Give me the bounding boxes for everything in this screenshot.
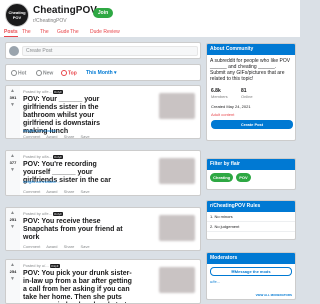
- downvote-icon[interactable]: ▼: [10, 102, 15, 108]
- post-link[interactable]: redgifs.com/watch/...: [23, 179, 60, 184]
- post-card[interactable]: ▲ 391 ▼ Posted by u/fe... OnlyF POV: Your…: [5, 85, 201, 139]
- vote-column: ▲ 254 ▼: [6, 260, 20, 303]
- save-button[interactable]: Save: [80, 134, 89, 138]
- about-description: A subreddit for people who like POV ____…: [210, 58, 291, 82]
- create-post-box: Create Post: [5, 42, 201, 59]
- rules-list: 1. No minors 2. No judgement: [207, 212, 295, 232]
- upvote-icon[interactable]: ▲: [10, 262, 15, 268]
- moderators-card: Moderators ✉ Message the mods u/fe... VI…: [206, 252, 296, 300]
- flair-pov[interactable]: POV: [236, 173, 251, 182]
- moderators-header: Moderators: [207, 253, 295, 264]
- save-button[interactable]: Save: [80, 189, 89, 194]
- about-community-card: About Community A subreddit for people w…: [206, 43, 296, 141]
- post-thumbnail[interactable]: [159, 215, 195, 241]
- sort-top-button[interactable]: Top: [61, 70, 77, 76]
- moderator-name[interactable]: u/fe...: [210, 279, 292, 284]
- adult-content-label: Adult content: [211, 112, 235, 117]
- tab-link-1[interactable]: The: [22, 29, 31, 35]
- save-button[interactable]: Save: [80, 244, 89, 249]
- about-header: About Community: [207, 44, 295, 55]
- post-card[interactable]: ▲ 251 ▼ Posted by u/fe... OnlyF POV: You …: [5, 207, 201, 251]
- star-icon: [36, 70, 42, 76]
- award-button[interactable]: Award: [46, 244, 57, 249]
- tab-bar: Posts The The Gude The Dude Review: [0, 28, 300, 37]
- rules-card: r/CheatingPOV Rules 1. No minors 2. No j…: [206, 200, 296, 240]
- downvote-icon[interactable]: ▼: [10, 276, 15, 282]
- tab-link-5[interactable]: Dude Review: [90, 29, 120, 35]
- share-button[interactable]: Share: [64, 189, 75, 194]
- post-thumbnail[interactable]: [159, 267, 195, 293]
- post-thumbnail[interactable]: [159, 158, 195, 184]
- tab-link-4[interactable]: The: [70, 29, 79, 35]
- vote-column: ▲ 377 ▼: [6, 151, 20, 195]
- flair-cheating[interactable]: Cheating: [210, 173, 234, 182]
- stats-online: 81 Online: [241, 88, 253, 99]
- post-actions: Comment Award Share Save: [23, 244, 95, 249]
- avatar: [9, 46, 19, 56]
- post-meta: Posted by u/fa... OnlyF: [23, 154, 63, 159]
- post-actions: Comment Award Share Save: [23, 189, 95, 194]
- comment-button[interactable]: Comment: [23, 134, 40, 138]
- downvote-icon[interactable]: ▼: [10, 224, 15, 230]
- create-post-input[interactable]: Create Post: [22, 46, 198, 56]
- post-thumbnail[interactable]: [159, 93, 195, 119]
- subreddit-handle: r/CheatingPOV: [33, 18, 67, 24]
- comment-button[interactable]: Comment: [23, 244, 40, 249]
- post-title[interactable]: POV: You receive these Snapchats from yo…: [23, 218, 123, 242]
- sort-bar: Hot New Top This Month ▾: [5, 64, 201, 81]
- post-link[interactable]: redgifs.com/watch/...: [23, 128, 60, 133]
- vote-score: 251: [9, 217, 17, 222]
- stats-members: 6.8k Members: [211, 88, 228, 99]
- join-button[interactable]: Join: [93, 8, 113, 18]
- post-meta: Posted by u/fe... OnlyF: [23, 211, 63, 216]
- sort-new-button[interactable]: New: [36, 70, 53, 76]
- post-actions: Comment Award Share Save: [23, 134, 95, 138]
- tab-link-3[interactable]: Gude: [57, 29, 69, 35]
- create-post-button[interactable]: Create Post: [211, 120, 293, 129]
- vote-score: 377: [9, 160, 17, 165]
- award-button[interactable]: Award: [46, 134, 57, 138]
- view-all-moderators-link[interactable]: VIEW ALL MODERATORS: [256, 293, 292, 297]
- post-meta: Posted by u/fe... OnlyF: [23, 89, 63, 94]
- period-dropdown[interactable]: This Month ▾: [86, 70, 117, 76]
- flame-icon: [11, 70, 17, 76]
- message-mods-button[interactable]: ✉ Message the mods: [210, 267, 292, 276]
- upvote-icon[interactable]: ▲: [10, 210, 15, 216]
- share-button[interactable]: Share: [64, 134, 75, 138]
- moderators-list: ✉ Message the mods u/fe...: [207, 264, 295, 287]
- post-card[interactable]: ▲ 377 ▼ Posted by u/fa... OnlyF POV: You'…: [5, 150, 201, 196]
- subreddit-name: CheatingPOV: [33, 5, 97, 16]
- flair-list: Cheating POV: [207, 170, 295, 185]
- upvote-icon[interactable]: ▲: [10, 88, 15, 94]
- tab-posts[interactable]: Posts: [4, 29, 18, 37]
- post-card[interactable]: ▲ 254 ▼ Posted by u/... OnlyF POV: You pi…: [5, 259, 201, 304]
- downvote-icon[interactable]: ▼: [10, 167, 15, 173]
- vote-score: 391: [9, 95, 17, 100]
- post-meta: Posted by u/... OnlyF: [23, 263, 60, 268]
- rule-item[interactable]: 2. No judgement: [207, 222, 295, 232]
- post-title[interactable]: POV: You pick your drunk sister-in-law u…: [23, 270, 133, 303]
- vote-column: ▲ 391 ▼: [6, 86, 20, 138]
- share-button[interactable]: Share: [64, 244, 75, 249]
- upvote-icon[interactable]: ▲: [10, 153, 15, 159]
- flair-card: Filter by flair Cheating POV: [206, 158, 296, 190]
- created-date: Created May 24, 2021: [211, 104, 251, 109]
- vote-score: 254: [9, 269, 17, 274]
- comment-button[interactable]: Comment: [23, 189, 40, 194]
- flair-header: Filter by flair: [207, 159, 295, 170]
- vote-column: ▲ 251 ▼: [6, 208, 20, 250]
- subreddit-logo: Cheating POV: [5, 3, 29, 27]
- chart-icon: [61, 70, 67, 76]
- sort-hot-button[interactable]: Hot: [11, 70, 26, 76]
- rules-header: r/CheatingPOV Rules: [207, 201, 295, 212]
- award-button[interactable]: Award: [46, 189, 57, 194]
- rule-item[interactable]: 1. No minors: [207, 212, 295, 222]
- tab-link-2[interactable]: The: [40, 29, 49, 35]
